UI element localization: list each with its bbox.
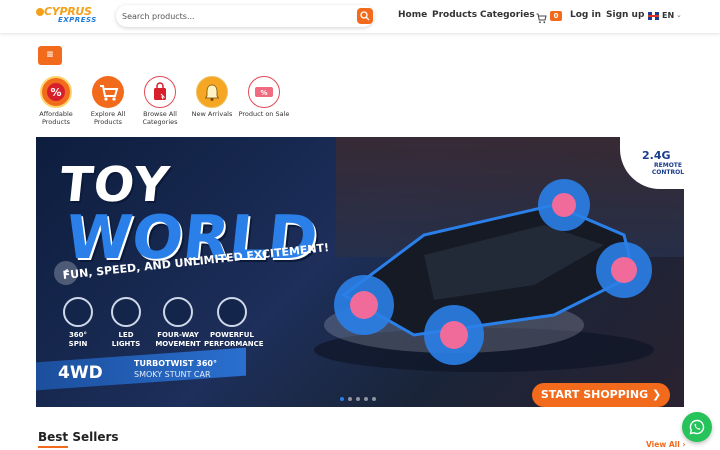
category-browse-all-categories[interactable]: Browse All Categories: [132, 76, 188, 126]
bulb-icon: [111, 297, 141, 327]
carousel-dot[interactable]: [356, 397, 360, 401]
sale-tag-icon: %: [248, 76, 280, 108]
shopping-bag-icon: [144, 76, 176, 108]
product-subtitle: SMOKY STUNT CAR: [134, 370, 211, 379]
nav-products[interactable]: Products: [432, 10, 477, 20]
category-label: Affordable Products: [39, 110, 73, 126]
feature-powerful-performance: POWERFUL PERFORMANCE: [204, 297, 264, 349]
cart-icon: [92, 76, 124, 108]
logo-mark: [36, 8, 44, 16]
category-affordable-products[interactable]: % Affordable Products: [28, 76, 84, 126]
carousel-dot[interactable]: [340, 397, 344, 401]
site-logo[interactable]: CYPRUS EXPRESS: [36, 5, 98, 27]
category-label: Product on Sale: [238, 110, 290, 118]
spin-icon: [63, 297, 93, 327]
start-shopping-button[interactable]: START SHOPPING ❯: [532, 383, 670, 407]
stunt-car-image: [314, 179, 654, 372]
badge-4wd: 4WD: [58, 363, 103, 383]
feature-led-lights: LED LIGHTS: [108, 297, 144, 349]
product-name: TURBOTWIST 360°: [134, 359, 217, 368]
svg-text:%: %: [260, 89, 267, 97]
carousel-dot[interactable]: [372, 397, 376, 401]
chevron-down-icon[interactable]: ⌄: [676, 11, 682, 19]
view-all-link[interactable]: View All ›: [646, 440, 686, 449]
carousel-prev-arrow[interactable]: ‹: [54, 261, 78, 285]
feature-four-way-movement: FOUR-WAY MOVEMENT: [154, 297, 202, 349]
category-new-arrivals[interactable]: New Arrivals: [184, 76, 240, 118]
svg-text:%: %: [50, 86, 61, 99]
remote-label: REMOTE CONTROL: [651, 162, 684, 176]
feature-label: LED: [118, 331, 134, 339]
move-arrows-icon: [163, 297, 193, 327]
wheel-icon: [217, 297, 247, 327]
uk-flag-icon[interactable]: [648, 12, 659, 20]
nav-home[interactable]: Home: [398, 10, 427, 20]
search-input[interactable]: [122, 8, 352, 24]
site-header: CYPRUS EXPRESS Home Products Categories …: [0, 0, 720, 33]
feature-label: FOUR-WAY: [157, 331, 199, 339]
feature-label: LIGHTS: [111, 340, 141, 348]
feature-label: 360°: [68, 331, 88, 339]
search-box: [116, 5, 374, 27]
whatsapp-chat-button[interactable]: [682, 412, 712, 442]
signup-link[interactable]: Sign up: [606, 10, 644, 20]
category-menu-button[interactable]: ≡: [38, 46, 62, 65]
category-explore-all-products[interactable]: Explore All Products: [80, 76, 136, 126]
cart-button[interactable]: [536, 9, 547, 28]
section-title-underline: [38, 446, 68, 448]
carousel-dots[interactable]: [340, 386, 380, 405]
carousel-dot[interactable]: [348, 397, 352, 401]
feature-360-spin: 360° SPIN: [60, 297, 96, 349]
search-button[interactable]: [357, 8, 373, 24]
bell-icon: [196, 76, 228, 108]
best-sellers-title: Best Sellers: [38, 430, 119, 444]
feature-label: POWERFUL: [210, 331, 254, 339]
hero-banner[interactable]: 2.4G REMOTE CONTROL TOY WORLD FUN, SPEED…: [36, 137, 684, 407]
cart-icon: [536, 13, 547, 24]
language-selector[interactable]: EN: [662, 11, 674, 20]
category-label: Browse All Categories: [142, 110, 178, 126]
cart-count-badge: 0: [550, 11, 562, 21]
feature-label: SPIN: [68, 340, 88, 348]
category-label: New Arrivals: [191, 110, 233, 118]
logo-text-bottom: EXPRESS: [58, 16, 97, 24]
feature-label: PERFORMANCE: [204, 340, 264, 348]
carousel-dot[interactable]: [364, 397, 368, 401]
percent-icon: %: [40, 76, 72, 108]
nav-categories[interactable]: Categories: [480, 10, 535, 20]
login-link[interactable]: Log in: [570, 10, 601, 20]
whatsapp-icon: [689, 419, 705, 435]
category-product-on-sale[interactable]: % Product on Sale: [236, 76, 292, 118]
search-icon: [360, 11, 370, 21]
feature-label: MOVEMENT: [155, 340, 201, 348]
category-label: Explore All Products: [90, 110, 126, 126]
remote-frequency: 2.4G: [642, 149, 671, 162]
